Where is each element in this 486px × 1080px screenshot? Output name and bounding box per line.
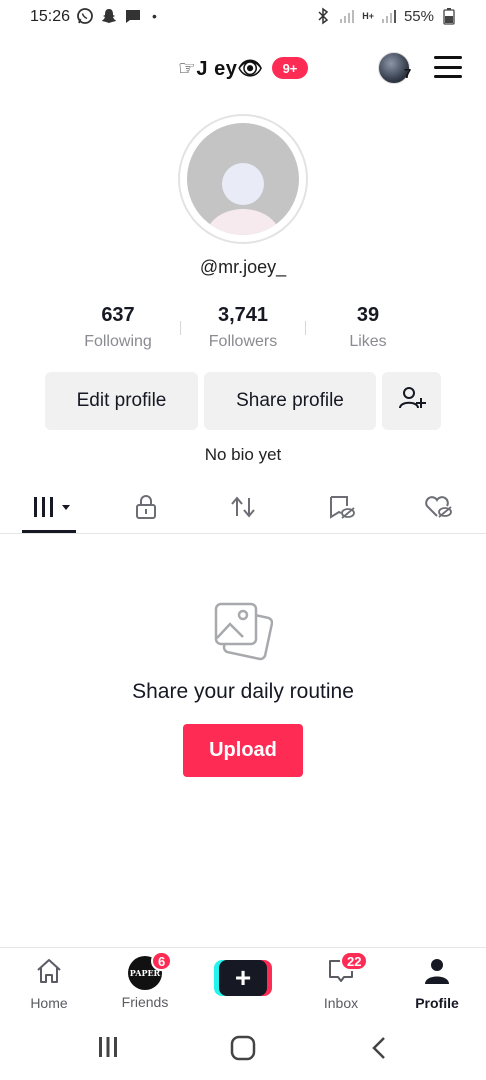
photos-icon [213,600,274,667]
recent-apps-icon[interactable] [96,1035,120,1064]
profile-tabs [0,486,486,534]
menu-icon[interactable] [434,56,462,78]
system-navigation-bar [0,1017,486,1080]
signal-icon-2 [380,7,398,25]
profile-handle: @mr.joey_ [199,257,287,277]
profile-avatar[interactable] [178,114,308,244]
bottom-navigation: Home PAPER Friends 6 + Inbox 22 Profile [0,947,486,1017]
active-tab-indicator [22,530,76,533]
plus-icon: + [219,960,267,996]
repost-icon [229,494,257,525]
battery-icon [440,7,458,25]
stat-label: Likes [349,333,387,350]
nav-label: Inbox [323,995,359,1011]
default-avatar-image [187,123,299,235]
nav-label: Friends [121,994,169,1010]
tab-favorites[interactable] [326,494,356,524]
upload-button[interactable]: Upload [183,724,303,777]
profile-stats: 637 Following 3,741 Followers 39 Likes [56,304,430,356]
tab-videos[interactable] [30,494,74,524]
profile-header: ☞J ey👁 9+ 7 [0,46,486,90]
stat-value: 39 [356,304,380,326]
status-bar: 15:26 • H+ 55% [0,0,486,34]
status-dot: • [152,8,157,24]
add-user-icon [397,383,427,419]
stat-value: 637 [101,304,135,326]
nav-label: Home [30,995,68,1011]
nav-profile[interactable]: Profile [402,956,472,1011]
story-count: 7 [404,66,412,81]
inbox-badge: 22 [340,951,369,971]
stat-followers[interactable]: 3,741 Followers [181,304,305,356]
bluetooth-icon [314,7,332,25]
lock-icon [133,494,159,525]
favorites-hidden-icon [327,494,355,525]
message-icon [124,7,142,25]
tab-liked[interactable] [422,494,454,524]
grid-icon [32,495,72,524]
nav-home[interactable]: Home [14,956,84,1011]
home-icon [34,959,64,990]
nav-inbox[interactable]: Inbox 22 [306,951,376,1011]
stat-label: Following [84,333,152,350]
add-friend-button[interactable] [382,372,441,430]
edit-profile-button[interactable]: Edit profile [45,372,198,430]
status-notification-icons: • [76,7,157,25]
tab-reposts[interactable] [228,494,258,524]
profile-icon [422,959,452,990]
whatsapp-icon [76,7,94,25]
nav-friends[interactable]: PAPER Friends 6 [110,951,180,1010]
stat-label: Followers [208,333,278,350]
empty-state-title: Share your daily routine [132,680,354,703]
profile-bio[interactable]: No bio yet [0,445,486,465]
nav-label: Profile [415,995,459,1011]
share-profile-button[interactable]: Share profile [204,372,376,430]
signal-icon [338,7,356,25]
stat-likes[interactable]: 39 Likes [306,304,430,356]
tab-private[interactable] [132,494,160,524]
stat-value: 3,741 [217,304,269,326]
status-time: 15:26 [30,8,71,25]
profile-name-title[interactable]: ☞J ey👁 [178,56,263,81]
friends-badge: 6 [151,951,173,971]
back-icon[interactable] [370,1035,388,1066]
snapchat-icon [100,7,118,25]
create-button[interactable]: + [214,960,272,996]
notification-badge: 9+ [272,57,308,79]
network-type: H+ [362,11,374,21]
status-system-icons: H+ 55% [314,7,458,25]
stat-following[interactable]: 637 Following [56,304,180,356]
liked-hidden-icon [423,494,453,525]
home-button-icon[interactable] [230,1035,256,1066]
inbox-icon [326,960,356,990]
battery-percent: 55% [403,7,434,25]
